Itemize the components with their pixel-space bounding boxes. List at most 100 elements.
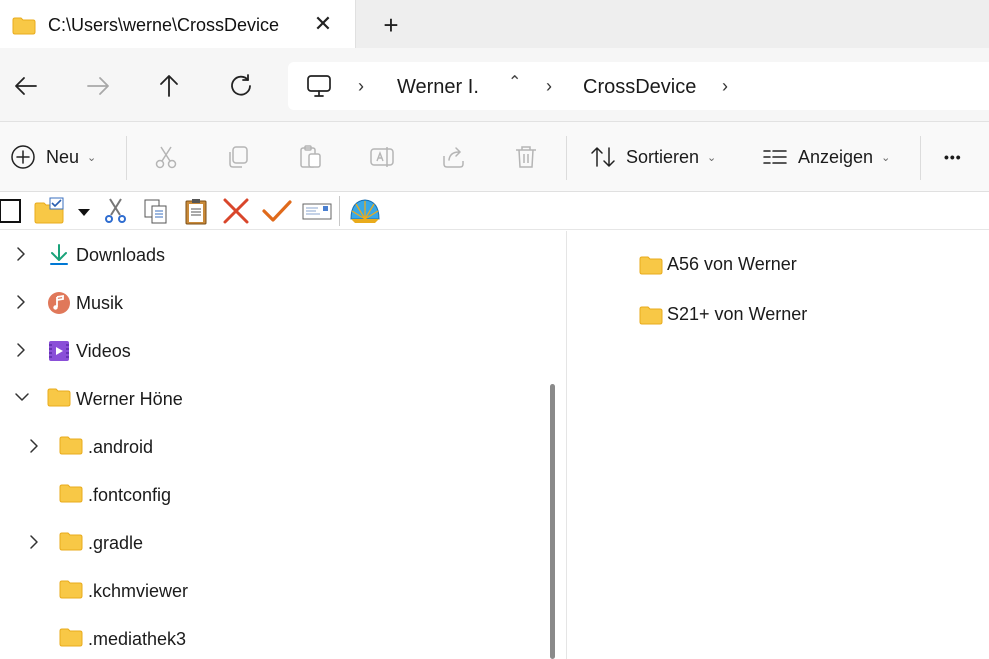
tab-crossdevice[interactable]: C:\Users\werne\CrossDevice ✕ <box>0 0 356 48</box>
chevron-right-icon[interactable] <box>27 438 41 454</box>
folder-icon <box>639 255 663 280</box>
more-options-button[interactable]: ••• <box>944 142 962 172</box>
arrow-up-icon <box>160 75 178 97</box>
breadcrumb-separator[interactable]: › <box>358 76 364 97</box>
breadcrumb-user[interactable]: Werner I. <box>397 76 479 99</box>
rename-button[interactable] <box>369 144 395 170</box>
divider <box>566 136 567 180</box>
clipboard-icon <box>185 199 207 225</box>
view-button[interactable]: Anzeigen ⌄ <box>762 142 890 172</box>
chevron-right-icon[interactable] <box>14 294 28 310</box>
tree-item-label: .fontconfig <box>88 485 172 505</box>
paste-button[interactable] <box>182 197 210 225</box>
breadcrumb-crossdevice[interactable]: CrossDevice <box>583 76 696 99</box>
envelope-icon <box>302 203 332 220</box>
paste-button[interactable] <box>297 144 323 170</box>
clipboard-icon <box>300 145 321 168</box>
arrow-right-icon <box>87 77 109 95</box>
tree-item[interactable]: Videos <box>0 327 540 375</box>
music-icon <box>47 291 71 320</box>
video-icon <box>47 339 71 368</box>
checkmark-icon <box>262 200 292 222</box>
download-icon <box>47 243 71 272</box>
tree-item-label: Werner Höne <box>76 389 183 409</box>
list-item-label: A56 von Werner <box>667 254 797 274</box>
folder-icon <box>59 483 83 508</box>
rename-icon <box>370 147 394 167</box>
confirm-button[interactable] <box>262 197 292 225</box>
forward-button[interactable] <box>84 72 112 100</box>
sort-icon <box>591 147 615 167</box>
file-list: A56 von Werner S21+ von Werner <box>567 231 989 659</box>
folder-icon <box>12 17 36 40</box>
new-button[interactable]: Neu ⌄ <box>10 142 96 172</box>
scissors-icon <box>155 146 177 169</box>
legacy-toolbar <box>0 192 989 230</box>
delete-button[interactable] <box>513 144 539 170</box>
command-bar: Neu ⌄ Sortieren ⌄ Anzeigen ⌄ ••• <box>0 122 989 192</box>
dropdown-arrow[interactable] <box>76 197 92 225</box>
view-list-icon <box>763 150 787 164</box>
copy-button[interactable] <box>142 197 170 225</box>
chevron-right-icon[interactable] <box>14 342 28 358</box>
sort-button-label: Sortieren <box>626 146 700 167</box>
tree-item[interactable]: .kchmviewer <box>0 567 540 615</box>
tab-title: C:\Users\werne\CrossDevice <box>48 15 280 35</box>
folder-icon <box>59 579 83 604</box>
navigation-bar: › Werner I. ⌃ › CrossDevice › <box>0 48 989 122</box>
triangle-down-icon <box>78 209 90 216</box>
tree-item-label: .gradle <box>88 533 144 553</box>
cut-button[interactable] <box>102 197 130 225</box>
copy-button[interactable] <box>225 144 251 170</box>
tree-item[interactable]: Musik <box>0 279 540 327</box>
delete-button[interactable] <box>222 197 250 225</box>
refresh-button[interactable] <box>227 72 255 100</box>
share-button[interactable] <box>441 144 467 170</box>
address-bar[interactable]: › Werner I. ⌃ › CrossDevice › <box>288 62 989 110</box>
folder-select-button[interactable] <box>34 197 66 225</box>
breadcrumb-separator[interactable]: › <box>546 76 552 97</box>
tab-strip: C:\Users\werne\CrossDevice ✕ + <box>0 0 989 48</box>
tree-item[interactable]: .fontconfig <box>0 471 540 519</box>
view-button-label: Anzeigen <box>798 146 874 167</box>
computer-icon <box>306 74 332 103</box>
chevron-right-icon[interactable] <box>14 246 28 262</box>
arrow-left-icon <box>15 77 37 95</box>
tree-item[interactable]: Downloads <box>0 231 540 279</box>
shell-button[interactable] <box>348 197 382 225</box>
breadcrumb-overflow-icon[interactable]: ⌃ <box>508 72 521 92</box>
tree-item[interactable]: .gradle <box>0 519 540 567</box>
scrollbar-thumb[interactable] <box>550 384 555 659</box>
tree-item[interactable]: Werner Höne <box>0 375 540 423</box>
folder-icon <box>59 435 83 460</box>
share-icon <box>443 147 464 168</box>
up-button[interactable] <box>155 72 183 100</box>
shell-icon <box>350 199 380 223</box>
list-item-label: S21+ von Werner <box>667 304 808 324</box>
sort-button[interactable]: Sortieren ⌄ <box>590 142 716 172</box>
chevron-right-icon[interactable] <box>27 534 41 550</box>
folder-icon <box>59 627 83 652</box>
select-checkbox[interactable] <box>0 197 22 225</box>
folder-icon <box>47 387 71 412</box>
tree-item-label: Musik <box>76 293 124 313</box>
tree-item-label: .kchmviewer <box>88 581 189 601</box>
scrollbar[interactable] <box>540 231 566 659</box>
chevron-down-icon[interactable] <box>14 390 29 406</box>
list-item[interactable]: S21+ von Werner <box>639 297 939 333</box>
divider <box>339 196 340 226</box>
folder-icon <box>59 531 83 556</box>
checkbox-icon <box>0 199 21 223</box>
chevron-down-icon: ⌄ <box>707 151 717 164</box>
folder-check-icon <box>34 197 64 224</box>
close-icon[interactable]: ✕ <box>310 11 336 37</box>
tree-item[interactable]: .mediathek3 <box>0 615 540 659</box>
cut-button[interactable] <box>153 144 179 170</box>
copy-icon <box>144 199 167 224</box>
back-button[interactable] <box>12 72 40 100</box>
list-item[interactable]: A56 von Werner <box>639 247 939 283</box>
tree-item[interactable]: .android <box>0 423 540 471</box>
new-tab-button[interactable]: + <box>376 10 406 40</box>
breadcrumb-separator[interactable]: › <box>722 76 728 97</box>
mail-button[interactable] <box>302 197 332 225</box>
